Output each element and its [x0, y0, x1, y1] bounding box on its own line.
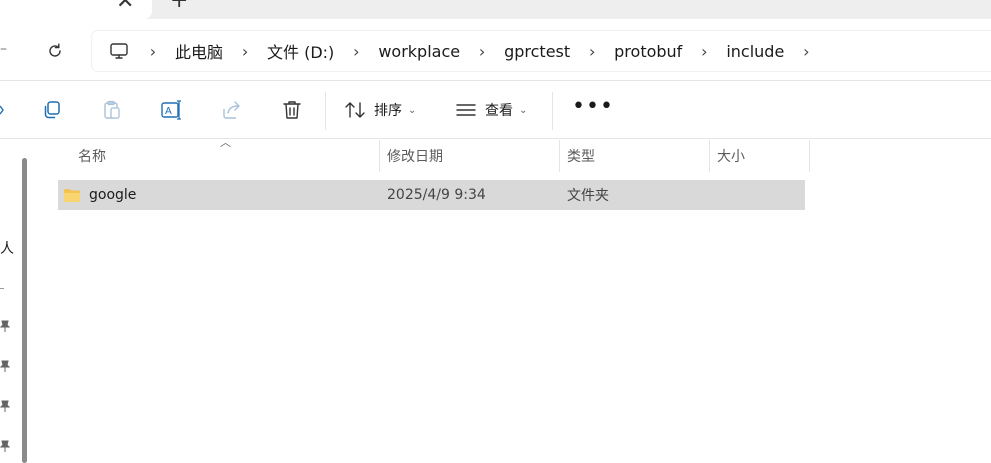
- breadcrumb-separator[interactable]: ›: [342, 42, 370, 61]
- sort-icon: [345, 102, 365, 118]
- column-header-row: ︿ 名称 修改日期 类型 大小: [38, 136, 991, 172]
- breadcrumb-separator[interactable]: ›: [139, 42, 167, 61]
- column-name[interactable]: 名称: [78, 140, 106, 172]
- column-size-label: 大小: [717, 149, 745, 165]
- more-options-icon[interactable]: •••: [572, 96, 614, 118]
- chevron-down-icon: ⌄: [408, 104, 417, 116]
- rename-icon: A: [161, 100, 181, 120]
- tab-strip: ✕ +: [0, 0, 991, 19]
- close-tab-icon[interactable]: ✕: [116, 0, 134, 13]
- column-divider[interactable]: [809, 140, 810, 172]
- new-tab-icon[interactable]: +: [170, 0, 188, 12]
- nav-item-partial[interactable]: 人: [0, 238, 14, 258]
- sort-ascending-icon: ︿: [220, 136, 231, 149]
- sort-label: 排序: [374, 103, 402, 119]
- cut-button-partial[interactable]: [0, 96, 6, 124]
- rename-button[interactable]: A: [160, 96, 184, 124]
- file-type-cell: 文件夹: [567, 188, 609, 204]
- chevron-down-icon: ⌄: [519, 104, 528, 116]
- view-label: 查看: [485, 103, 513, 119]
- column-type[interactable]: 类型: [567, 140, 595, 172]
- breadcrumb-drive-d[interactable]: 文件 (D:): [259, 39, 342, 63]
- delete-button[interactable]: [281, 96, 303, 124]
- view-button[interactable]: 查看 ⌄: [455, 96, 527, 124]
- share-icon: [223, 101, 240, 119]
- refresh-icon: [49, 43, 61, 57]
- column-modified-label: 修改日期: [387, 149, 443, 165]
- column-name-label: 名称: [78, 149, 106, 165]
- column-divider[interactable]: [379, 140, 380, 172]
- breadcrumb-separator[interactable]: ›: [468, 42, 496, 61]
- breadcrumb-include[interactable]: include: [718, 42, 792, 61]
- breadcrumb-separator[interactable]: ›: [578, 42, 606, 61]
- cut-icon: [0, 105, 4, 115]
- breadcrumb-this-pc[interactable]: 此电脑: [167, 39, 231, 63]
- address-bar[interactable]: › 此电脑 › 文件 (D:) › workplace › gprctest ›…: [92, 31, 991, 71]
- toolbar-divider: [552, 92, 553, 130]
- breadcrumb-separator[interactable]: ›: [690, 42, 718, 61]
- copy-icon: [44, 101, 60, 119]
- column-type-label: 类型: [567, 149, 595, 165]
- sort-button[interactable]: 排序 ⌄: [344, 96, 416, 124]
- file-modified-cell: 2025/4/9 9:34: [387, 187, 486, 203]
- nav-divider: [0, 288, 4, 289]
- share-button[interactable]: [220, 96, 244, 124]
- trash-icon: [283, 101, 301, 119]
- file-row[interactable]: google 2025/4/9 9:34 文件夹: [58, 180, 805, 210]
- paste-button[interactable]: [101, 96, 123, 124]
- pin-icon[interactable]: [0, 360, 10, 372]
- active-tab[interactable]: ✕: [0, 0, 152, 19]
- breadcrumb-separator[interactable]: ›: [231, 42, 259, 61]
- breadcrumb-protobuf[interactable]: protobuf: [606, 42, 690, 61]
- refresh-button[interactable]: [40, 36, 70, 66]
- command-bar: A 排序 ⌄ 查看 ⌄ •••: [0, 82, 991, 139]
- folder-icon: [64, 189, 80, 202]
- navigation-pane: 人: [0, 140, 38, 463]
- column-size[interactable]: 大小: [717, 140, 745, 172]
- breadcrumb-gprctest[interactable]: gprctest: [496, 42, 578, 61]
- toolbar-divider: [325, 92, 326, 130]
- address-row: – › 此电脑 › 文件 (D:) › workplace › gprctest…: [0, 19, 991, 81]
- breadcrumb-workplace[interactable]: workplace: [370, 42, 468, 61]
- view-list-icon: [456, 104, 476, 116]
- nav-scrollbar[interactable]: [22, 158, 27, 463]
- svg-text:A: A: [165, 106, 172, 117]
- pin-icon[interactable]: [0, 440, 10, 452]
- column-modified[interactable]: 修改日期: [387, 140, 443, 172]
- file-name-cell[interactable]: google: [63, 180, 136, 210]
- column-divider[interactable]: [709, 140, 710, 172]
- breadcrumb-separator[interactable]: ›: [792, 42, 820, 61]
- paste-icon: [104, 100, 120, 119]
- column-divider[interactable]: [559, 140, 560, 172]
- this-pc-icon[interactable]: [109, 41, 129, 61]
- file-name: google: [89, 187, 137, 203]
- copy-button[interactable]: [41, 96, 63, 124]
- nav-arrow-partial-icon[interactable]: –: [0, 41, 7, 57]
- pin-icon[interactable]: [0, 400, 10, 412]
- pin-icon[interactable]: [0, 320, 10, 332]
